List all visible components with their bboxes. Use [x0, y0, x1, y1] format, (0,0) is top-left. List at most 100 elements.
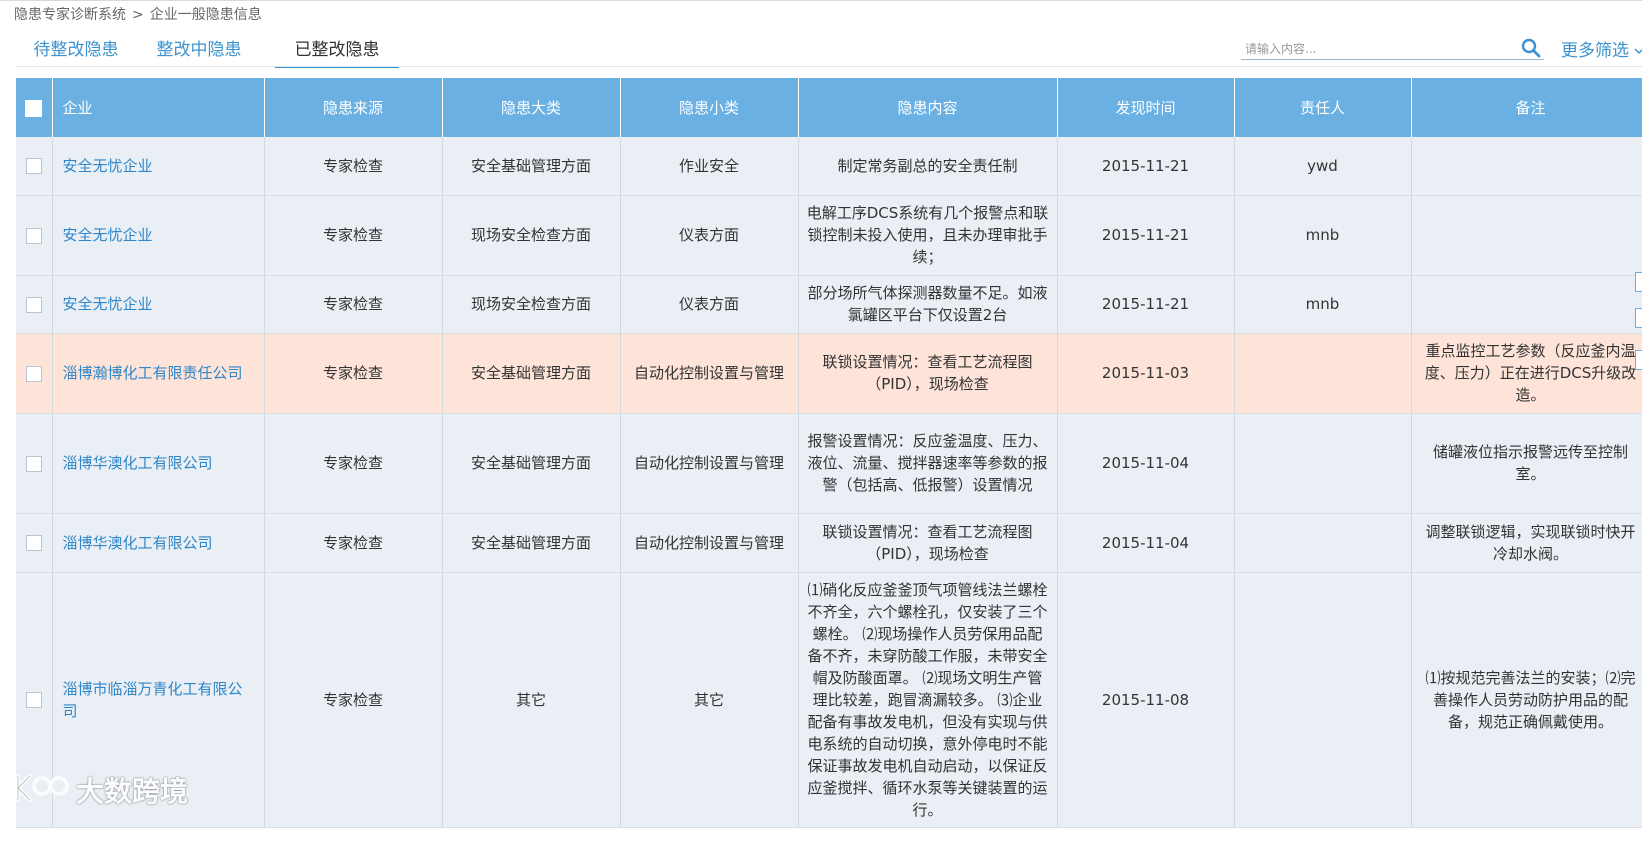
- side-scroll-marker[interactable]: [1635, 272, 1642, 292]
- table-header-row: 企业 隐患来源 隐患大类 隐患小类 隐患内容 发现时间 责任人 备注: [16, 78, 1642, 137]
- cell-major: 现场安全检查方面: [442, 195, 621, 276]
- cell-person: ywd: [1234, 137, 1412, 196]
- row-select-cell: [16, 275, 53, 334]
- cell-date: 2015-11-21: [1057, 275, 1235, 334]
- cell-source: 专家检查: [264, 572, 443, 828]
- company-link[interactable]: 安全无忧企业: [52, 195, 265, 276]
- cell-date: 2015-11-21: [1057, 195, 1235, 276]
- breadcrumb-current: 企业一般隐患信息: [149, 7, 262, 23]
- row-select-cell: [16, 413, 53, 514]
- breadcrumb: 隐患专家诊断系统 > 企业一般隐患信息: [14, 4, 262, 24]
- cell-major: 安全基础管理方面: [442, 333, 621, 414]
- tab-pending[interactable]: 待整改隐患: [16, 38, 136, 66]
- company-link[interactable]: 安全无忧企业: [52, 137, 265, 196]
- watermark-icon: [16, 774, 69, 802]
- cell-remark: [1411, 195, 1642, 276]
- cell-date: 2015-11-04: [1057, 513, 1235, 573]
- cell-remark: 重点监控工艺参数（反应釜内温度、压力）正在进行DCS升级改造。: [1411, 333, 1642, 414]
- column-header-date[interactable]: 发现时间: [1057, 78, 1235, 137]
- row-checkbox[interactable]: [25, 692, 42, 708]
- table-row[interactable]: 安全无忧企业 专家检查 现场安全检查方面 仪表方面 部分场所气体探测器数量不足。…: [16, 275, 1642, 334]
- watermark-logo: 大数跨境: [12, 768, 222, 808]
- tab-in-progress[interactable]: 整改中隐患: [139, 38, 259, 66]
- row-checkbox[interactable]: [25, 227, 42, 244]
- cell-date: 2015-11-08: [1057, 572, 1235, 828]
- side-scroll-marker[interactable]: [1635, 350, 1642, 370]
- more-filter-button[interactable]: 更多筛选: [1561, 36, 1642, 61]
- row-checkbox[interactable]: [25, 158, 42, 175]
- cell-date: 2015-11-04: [1057, 413, 1235, 514]
- cell-major: 安全基础管理方面: [442, 513, 621, 573]
- hazard-table-container: 企业 隐患来源 隐患大类 隐患小类 隐患内容 发现时间 责任人 备注 安全无忧企…: [16, 78, 1642, 849]
- cell-person: mnb: [1234, 195, 1412, 276]
- cell-source: 专家检查: [264, 275, 443, 334]
- row-select-cell: [16, 333, 53, 414]
- column-header-company[interactable]: 企业: [52, 78, 265, 137]
- row-checkbox[interactable]: [25, 365, 42, 382]
- table-row-highlighted[interactable]: 淄博瀚博化工有限责任公司 专家检查 安全基础管理方面 自动化控制设置与管理 联锁…: [16, 333, 1642, 414]
- cell-major: 其它: [442, 572, 621, 828]
- chevron-down-icon: [1634, 48, 1642, 55]
- column-header-source[interactable]: 隐患来源: [264, 78, 443, 137]
- cell-source: 专家检查: [264, 513, 443, 573]
- cell-person: [1234, 333, 1412, 414]
- side-scroll-marker[interactable]: [1635, 308, 1642, 328]
- cell-person: [1234, 572, 1412, 828]
- company-link[interactable]: 淄博华澳化工有限公司: [52, 513, 265, 573]
- table-row[interactable]: 淄博市临淄万青化工有限公司 专家检查 其它 其它 ⑴硝化反应釜釜顶气项管线法兰螺…: [16, 572, 1642, 828]
- top-border: [0, 0, 1642, 1]
- cell-person: [1234, 413, 1412, 514]
- table-row[interactable]: 淄博华澳化工有限公司 专家检查 安全基础管理方面 自动化控制设置与管理 报警设置…: [16, 413, 1642, 514]
- row-checkbox[interactable]: [25, 296, 42, 313]
- table-row[interactable]: 淄博华澳化工有限公司 专家检查 安全基础管理方面 自动化控制设置与管理 联锁设置…: [16, 513, 1642, 573]
- company-link[interactable]: 淄博华澳化工有限公司: [52, 413, 265, 514]
- breadcrumb-separator: >: [132, 7, 144, 23]
- row-select-cell: [16, 137, 53, 196]
- hazard-table: 企业 隐患来源 隐患大类 隐患小类 隐患内容 发现时间 责任人 备注 安全无忧企…: [16, 78, 1642, 828]
- column-header-minor[interactable]: 隐患小类: [620, 78, 799, 137]
- tabs-divider: [16, 66, 1642, 67]
- search-icon[interactable]: [1520, 37, 1542, 59]
- cell-minor: 其它: [620, 572, 799, 828]
- column-header-content[interactable]: 隐患内容: [798, 78, 1058, 137]
- cell-minor: 自动化控制设置与管理: [620, 333, 799, 414]
- cell-date: 2015-11-03: [1057, 333, 1235, 414]
- header-select-all: [16, 78, 53, 137]
- cell-minor: 仪表方面: [620, 275, 799, 334]
- cell-minor: 作业安全: [620, 137, 799, 196]
- cell-date: 2015-11-21: [1057, 137, 1235, 196]
- column-header-major[interactable]: 隐患大类: [442, 78, 621, 137]
- search-box: [1241, 38, 1544, 60]
- cell-person: mnb: [1234, 275, 1412, 334]
- column-header-person[interactable]: 责任人: [1234, 78, 1412, 137]
- cell-content: 部分场所气体探测器数量不足。如液氯罐区平台下仅设置2台: [798, 275, 1058, 334]
- select-all-checkbox[interactable]: [25, 99, 43, 117]
- cell-remark: ⑴按规范完善法兰的安装；⑵完善操作人员劳动防护用品的配备，规范正确佩戴使用。: [1411, 572, 1642, 828]
- row-checkbox[interactable]: [25, 535, 42, 551]
- search-input[interactable]: [1245, 40, 1505, 58]
- breadcrumb-system[interactable]: 隐患专家诊断系统: [14, 7, 126, 23]
- cell-content: 电解工序DCS系统有几个报警点和联锁控制未投入使用，且未办理审批手续；: [798, 195, 1058, 276]
- table-row[interactable]: 安全无忧企业 专家检查 安全基础管理方面 作业安全 制定常务副总的安全责任制 2…: [16, 137, 1642, 196]
- table-row[interactable]: 安全无忧企业 专家检查 现场安全检查方面 仪表方面 电解工序DCS系统有几个报警…: [16, 195, 1642, 276]
- row-select-cell: [16, 513, 53, 573]
- cell-person: [1234, 513, 1412, 573]
- more-filter-label: 更多筛选: [1561, 41, 1629, 61]
- cell-remark: [1411, 137, 1642, 196]
- cell-source: 专家检查: [264, 195, 443, 276]
- cell-remark: [1411, 275, 1642, 334]
- cell-major: 安全基础管理方面: [442, 413, 621, 514]
- cell-source: 专家检查: [264, 413, 443, 514]
- cell-source: 专家检查: [264, 137, 443, 196]
- cell-source: 专家检查: [264, 333, 443, 414]
- cell-major: 安全基础管理方面: [442, 137, 621, 196]
- row-checkbox[interactable]: [25, 455, 42, 472]
- company-link[interactable]: 安全无忧企业: [52, 275, 265, 334]
- column-header-remark[interactable]: 备注: [1411, 78, 1642, 137]
- cell-major: 现场安全检查方面: [442, 275, 621, 334]
- cell-content: 制定常务副总的安全责任制: [798, 137, 1058, 196]
- row-select-cell: [16, 195, 53, 276]
- tab-rectified[interactable]: 已整改隐患: [275, 38, 399, 68]
- company-link[interactable]: 淄博瀚博化工有限责任公司: [52, 333, 265, 414]
- cell-content: 报警设置情况：反应釜温度、压力、液位、流量、搅拌器速率等参数的报警（包括高、低报…: [798, 413, 1058, 514]
